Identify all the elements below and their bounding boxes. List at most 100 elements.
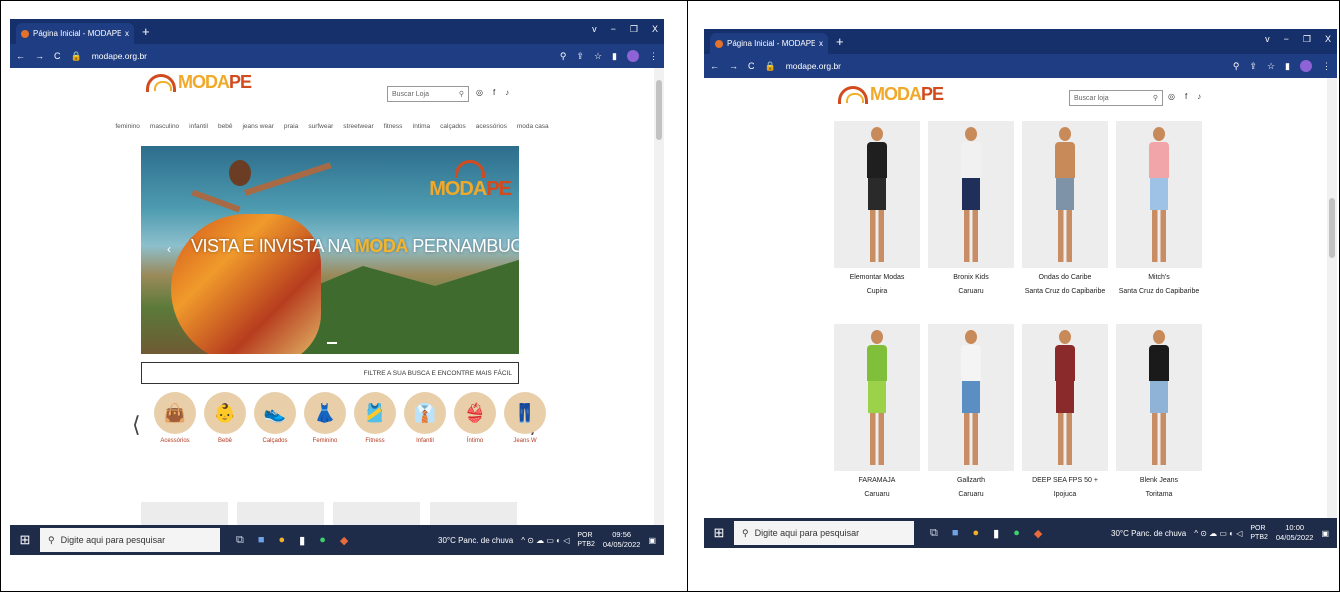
new-tab-button[interactable]: + (142, 24, 150, 39)
share-icon[interactable]: ⇪ (1249, 61, 1257, 72)
product-thumb[interactable] (237, 502, 324, 525)
tiktok-icon[interactable]: ♪ (1197, 92, 1201, 101)
zoom-icon[interactable]: ⚲ (560, 51, 567, 62)
store-photo[interactable] (1022, 324, 1108, 471)
category-item[interactable]: 👟 Calçados (252, 392, 298, 444)
weather-widget[interactable]: 30°C Panc. de chuva (438, 536, 513, 545)
store-photo[interactable] (834, 121, 920, 268)
share-icon[interactable]: ⇪ (576, 51, 584, 62)
store-photo[interactable] (928, 121, 1014, 268)
instagram-icon[interactable]: ◎ (1168, 92, 1175, 101)
language-indicator[interactable]: POR PTB2 (1250, 524, 1268, 542)
facebook-icon[interactable]: f (493, 88, 495, 97)
profile-avatar[interactable] (1300, 60, 1312, 72)
store-name[interactable]: DEEP SEA FPS 50 + (1022, 477, 1108, 484)
sidepanel-icon[interactable]: ▮ (1285, 61, 1290, 72)
browser-tab[interactable]: Página Inicial - MODAPE x (710, 33, 828, 54)
store-card[interactable]: FARAMAJA Caruaru (834, 324, 920, 498)
menu-kebab-icon[interactable]: ⋮ (1322, 61, 1331, 72)
file-explorer-icon[interactable]: ■ (258, 534, 265, 547)
url-field[interactable]: modape.org.br (92, 51, 147, 61)
product-thumb[interactable] (430, 502, 517, 525)
close-window-button[interactable]: X (1325, 34, 1331, 45)
back-icon[interactable]: ← (710, 61, 719, 71)
browser-app-icon[interactable]: ◆ (1034, 527, 1042, 540)
store-name[interactable]: Ondas do Caribe (1022, 274, 1108, 281)
store-card[interactable]: Blenk Jeans Toritama (1116, 324, 1202, 498)
menu-item[interactable]: feminino (115, 123, 140, 130)
menu-item[interactable]: jeans wear (242, 123, 273, 130)
category-item[interactable]: 👜 Acessórios (152, 392, 198, 444)
zoom-icon[interactable]: ⚲ (1233, 61, 1240, 72)
page-scrollbar[interactable] (654, 68, 664, 525)
minimize-button[interactable]: − (611, 24, 616, 35)
search-icon[interactable]: ⚲ (459, 90, 464, 98)
taskbar-search[interactable]: ⚲ Digite aqui para pesquisar (40, 528, 220, 552)
store-name[interactable]: Gallzarth (928, 477, 1014, 484)
browser-tab[interactable]: Página Inicial - MODAPE x (16, 23, 134, 44)
hero-banner[interactable]: VISTA E INVISTA NA MODA PERNAMBUCANA. MO… (141, 146, 519, 354)
menu-item[interactable]: moda casa (517, 123, 549, 130)
minimize-button[interactable]: − (1284, 34, 1289, 45)
menu-item[interactable]: fitness (384, 123, 403, 130)
lock-icon[interactable]: 🔒 (765, 61, 776, 72)
page-scrollbar[interactable] (1327, 78, 1337, 518)
category-item[interactable]: 👶 Bebê (202, 392, 248, 444)
clock[interactable]: 10:00 04/05/2022 (1276, 523, 1314, 543)
banner-prev-arrow-icon[interactable]: ‹ (167, 242, 171, 256)
file-explorer-icon[interactable]: ■ (952, 527, 959, 540)
search-icon[interactable]: ⚲ (1153, 94, 1158, 102)
store-search-input[interactable]: Buscar loja ⚲ (1069, 90, 1163, 106)
notifications-icon[interactable]: ▣ (648, 536, 656, 545)
bookmark-star-icon[interactable]: ☆ (594, 51, 602, 62)
document-icon[interactable]: ▮ (993, 527, 999, 540)
tray-icons[interactable]: ^ ⊙ ☁ ▭ ◐ ◁ (521, 536, 569, 545)
menu-item[interactable]: bebê (218, 123, 232, 130)
document-icon[interactable]: ▮ (299, 534, 305, 547)
language-indicator[interactable]: POR PTB2 (577, 531, 595, 549)
reload-icon[interactable]: C (748, 61, 755, 71)
forward-icon[interactable]: → (35, 51, 44, 61)
forward-icon[interactable]: → (729, 61, 738, 71)
menu-item[interactable]: masculino (150, 123, 179, 130)
product-thumb[interactable] (141, 502, 228, 525)
carousel-prev-icon[interactable]: ⟨ (132, 412, 141, 438)
category-item[interactable]: 👗 Feminino (302, 392, 348, 444)
category-item[interactable]: 🎽 Fitness (352, 392, 398, 444)
tab-close-icon[interactable]: x (125, 29, 129, 38)
site-logo[interactable]: MODAPE (146, 72, 252, 93)
whatsapp-icon[interactable]: ● (1013, 527, 1020, 540)
tab-close-icon[interactable]: x (819, 39, 823, 48)
profile-avatar[interactable] (627, 50, 639, 62)
menu-item[interactable]: praia (284, 123, 298, 130)
site-logo[interactable]: MODAPE (838, 84, 944, 105)
windows-start-icon[interactable]: ⊞ (10, 532, 40, 548)
store-card[interactable]: DEEP SEA FPS 50 + Ipojuca (1022, 324, 1108, 498)
menu-item[interactable]: infantil (189, 123, 208, 130)
store-name[interactable]: FARAMAJA (834, 477, 920, 484)
store-name[interactable]: Bronix Kids (928, 274, 1014, 281)
store-name[interactable]: Elemontar Modas (834, 274, 920, 281)
filter-bar[interactable]: FILTRE A SUA BUSCA E ENCONTRE MAIS FÁCIL (141, 362, 519, 384)
facebook-icon[interactable]: f (1185, 92, 1187, 101)
store-photo[interactable] (1116, 121, 1202, 268)
tab-search-icon[interactable]: v (592, 24, 597, 35)
task-view-icon[interactable]: ⧉ (236, 534, 244, 547)
store-photo[interactable] (1022, 121, 1108, 268)
store-photo[interactable] (1116, 324, 1202, 471)
store-card[interactable]: Mitch's Santa Cruz do Capibaribe (1116, 121, 1202, 295)
url-field[interactable]: modape.org.br (786, 61, 841, 71)
new-tab-button[interactable]: + (836, 34, 844, 49)
tiktok-icon[interactable]: ♪ (505, 88, 509, 97)
task-view-icon[interactable]: ⧉ (930, 527, 938, 540)
restore-button[interactable]: ❐ (1303, 34, 1311, 45)
bookmark-star-icon[interactable]: ☆ (1267, 61, 1275, 72)
chrome-icon[interactable]: ● (279, 534, 286, 547)
notifications-icon[interactable]: ▣ (1321, 529, 1329, 538)
carousel-indicator[interactable] (327, 342, 337, 344)
menu-item[interactable]: acessórios (476, 123, 507, 130)
whatsapp-icon[interactable]: ● (319, 534, 326, 547)
store-photo[interactable] (834, 324, 920, 471)
menu-item[interactable]: calçados (440, 123, 466, 130)
menu-item[interactable]: streetwear (343, 123, 373, 130)
